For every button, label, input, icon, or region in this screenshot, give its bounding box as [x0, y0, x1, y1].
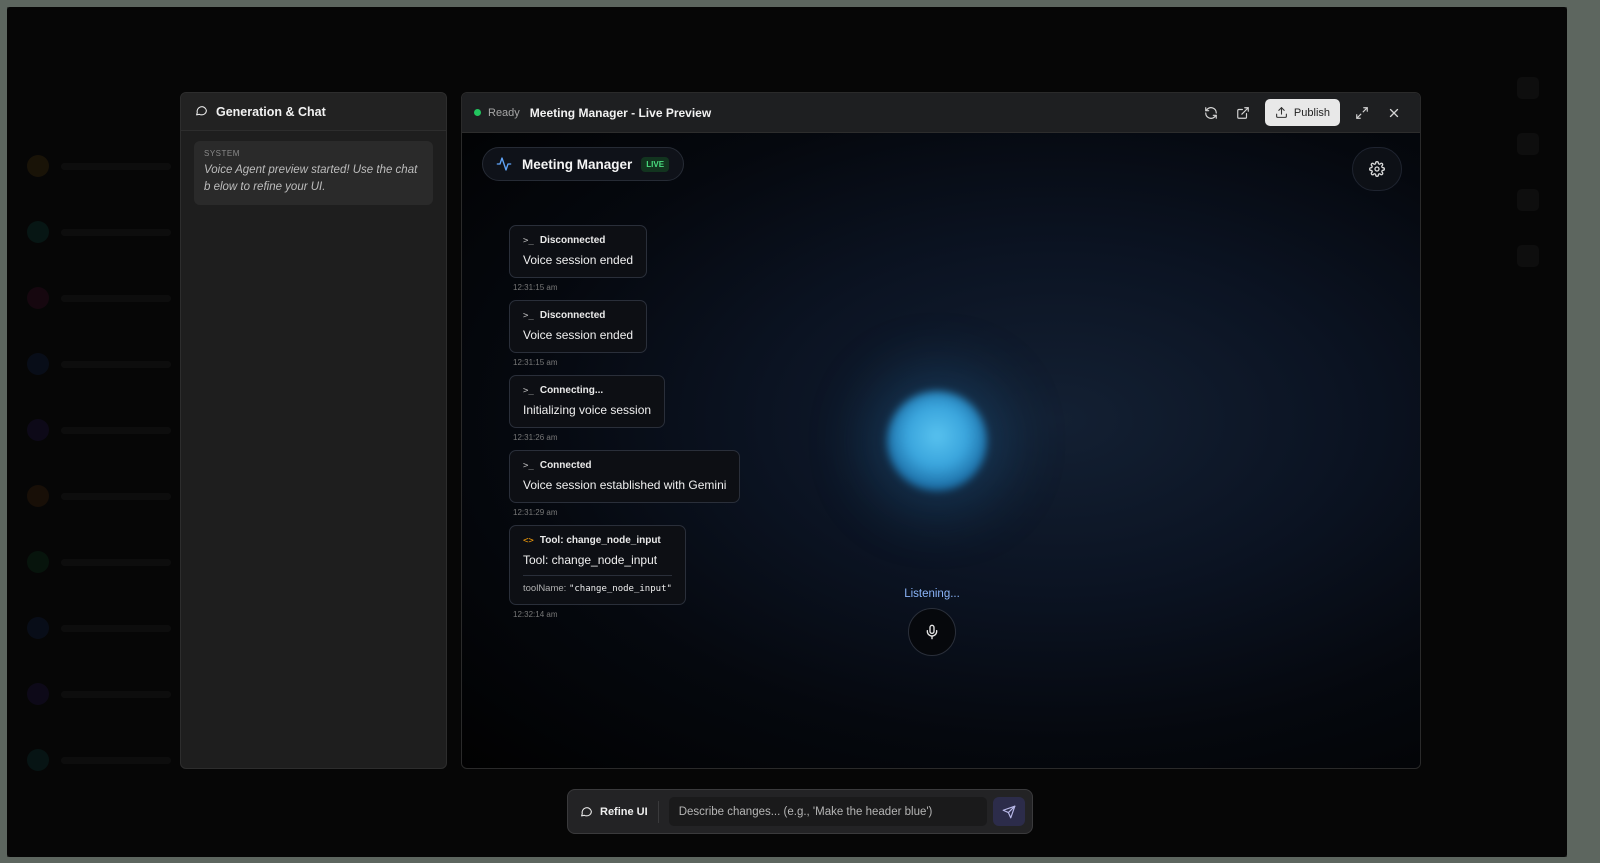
terminal-icon: >_ — [523, 385, 534, 396]
list-item: >_ Disconnected Voice session ended 12:31… — [509, 225, 809, 295]
microphone-icon — [926, 624, 938, 640]
live-preview-panel: Ready Meeting Manager - Live Preview Pub… — [461, 92, 1421, 769]
refresh-icon — [1205, 106, 1217, 119]
maximize-icon — [1356, 106, 1368, 119]
list-item: >_ Connected Voice session established wi… — [509, 450, 809, 520]
gear-icon — [1369, 161, 1385, 177]
chat-bubble-icon — [195, 104, 208, 120]
microphone-button[interactable] — [908, 608, 956, 656]
message-header: Disconnected — [539, 235, 606, 246]
close-button[interactable] — [1380, 99, 1408, 127]
refresh-button[interactable] — [1197, 99, 1225, 127]
message-header: Tool: change_node_input — [539, 535, 661, 546]
meta-value: "change_node_input" — [568, 584, 672, 594]
list-item: >_ Disconnected Voice session ended 12:31… — [509, 300, 809, 370]
message-body: Tool: change_node_input — [523, 553, 658, 567]
code-icon: <> — [523, 535, 534, 546]
status-dot-icon — [474, 109, 481, 116]
message-header: Disconnected — [539, 310, 606, 321]
publish-label: Publish — [1293, 106, 1330, 119]
terminal-icon: >_ — [523, 235, 534, 246]
message-card: >_ Disconnected Voice session ended — [509, 300, 648, 353]
send-button[interactable] — [992, 797, 1025, 826]
status-text: Ready — [488, 106, 520, 119]
preview-toolbar: Ready Meeting Manager - Live Preview Pub… — [462, 93, 1420, 133]
message-body: Initializing voice session — [523, 403, 652, 417]
message-timestamp: 12:31:15 am — [513, 358, 558, 367]
activity-icon — [496, 157, 512, 171]
message-card: >_ Connecting... Initializing voice sessi… — [509, 375, 666, 428]
refine-ui-label: Refine UI — [580, 800, 659, 823]
send-icon — [1002, 805, 1016, 818]
message-body: Voice session established with Gemini — [523, 478, 727, 492]
message-timestamp: 12:31:29 am — [513, 508, 558, 517]
app-header-pill: Meeting Manager LIVE — [482, 147, 685, 181]
message-card: >_ Disconnected Voice session ended — [509, 225, 648, 278]
voice-orb — [887, 391, 987, 491]
terminal-icon: >_ — [523, 460, 534, 471]
message-header: Connected — [539, 460, 592, 471]
meta-key: toolName: — [523, 583, 567, 594]
message-timestamp: 12:31:26 am — [513, 433, 558, 442]
maximize-button[interactable] — [1348, 99, 1376, 127]
message-card: >_ Connected Voice session established wi… — [509, 450, 741, 503]
list-item: <> Tool: change_node_input Tool: change_n… — [509, 525, 809, 622]
chat-bubble-icon — [581, 807, 592, 817]
app-name: Meeting Manager — [522, 156, 633, 172]
system-message-text: Voice Agent preview started! Use the cha… — [204, 164, 418, 193]
publish-button[interactable]: Publish — [1264, 99, 1340, 126]
message-meta: toolName: "change_node_input" — [523, 575, 672, 594]
list-item: >_ Connecting... Initializing voice sessi… — [509, 375, 809, 445]
message-card: <> Tool: change_node_input Tool: change_n… — [509, 525, 686, 605]
upload-icon — [1276, 107, 1287, 118]
message-header: Connecting... — [539, 385, 604, 396]
terminal-icon: >_ — [523, 310, 534, 321]
open-external-button[interactable] — [1229, 99, 1257, 127]
chat-panel-header: Generation & Chat — [181, 93, 446, 131]
message-timestamp: 12:32:14 am — [513, 610, 558, 619]
external-link-icon — [1237, 106, 1249, 119]
message-timestamp: 12:31:15 am — [513, 283, 558, 292]
listening-status: Listening... — [904, 588, 960, 600]
refine-ui-text: Refine UI — [600, 805, 648, 818]
settings-button[interactable] — [1352, 147, 1402, 191]
live-badge: LIVE — [641, 156, 670, 172]
system-message-label: SYSTEM — [204, 149, 240, 158]
chat-panel: Generation & Chat SYSTEM Voice Agent pre… — [180, 92, 447, 769]
message-list: >_ Disconnected Voice session ended 12:31… — [509, 225, 809, 627]
refine-input[interactable] — [668, 797, 987, 826]
refine-ui-bar: Refine UI — [567, 789, 1033, 834]
message-body: Voice session ended — [523, 253, 634, 267]
system-message: SYSTEM Voice Agent preview started! Use … — [194, 141, 433, 205]
chat-panel-title: Generation & Chat — [216, 104, 326, 119]
preview-title: Meeting Manager - Live Preview — [529, 105, 712, 120]
preview-stage: Meeting Manager LIVE >_ Disconnected Voic… — [462, 133, 1420, 768]
message-body: Voice session ended — [523, 328, 634, 342]
close-icon — [1389, 108, 1399, 117]
